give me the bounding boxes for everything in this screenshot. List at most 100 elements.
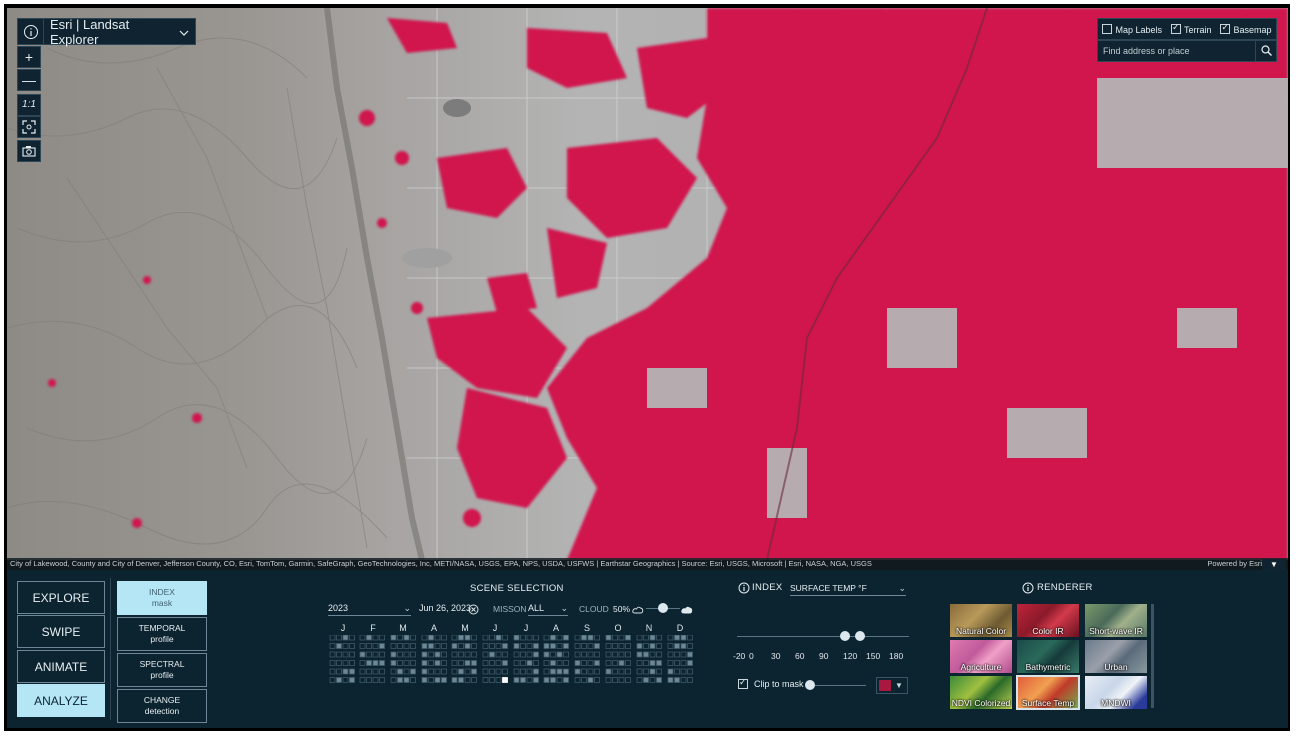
calendar-day[interactable] (372, 635, 379, 641)
renderer-natural-color[interactable]: Natural Color (950, 604, 1012, 637)
calendar-day[interactable] (502, 668, 508, 675)
calendar-day[interactable] (482, 635, 489, 641)
calendar-day[interactable] (349, 643, 355, 649)
calendar-day[interactable] (520, 635, 526, 641)
index-range-slider[interactable] (737, 636, 909, 637)
calendar-day[interactable] (428, 651, 434, 658)
renderer-ndvi-colorized[interactable]: NDVI Colorized (950, 676, 1012, 709)
calendar-day[interactable] (636, 668, 643, 675)
renderer-agriculture[interactable]: Agriculture (950, 640, 1012, 673)
calendar-day[interactable] (526, 643, 533, 649)
calendar-day[interactable] (410, 643, 416, 649)
calendar-day[interactable] (574, 660, 581, 666)
calendar-day[interactable] (520, 651, 526, 658)
calendar-day[interactable] (667, 635, 674, 641)
renderer-mndwi[interactable]: MNDWI (1085, 676, 1147, 709)
calendar-day[interactable] (342, 651, 349, 658)
toggle-map-labels[interactable]: Map Labels (1102, 23, 1162, 35)
calendar-day[interactable] (397, 635, 403, 641)
calendar-day[interactable] (636, 635, 643, 641)
calendar-day[interactable] (618, 643, 625, 649)
calendar-day[interactable] (495, 635, 502, 641)
calendar-day[interactable] (636, 677, 643, 683)
calendar-day[interactable] (403, 651, 410, 658)
calendar-day[interactable] (636, 643, 643, 649)
calendar-day[interactable] (403, 635, 410, 641)
mode-explore-button[interactable]: EXPLORE (17, 581, 105, 614)
calendar-day[interactable] (563, 643, 569, 649)
calendar-day[interactable] (687, 651, 693, 658)
calendar-day[interactable] (625, 668, 631, 675)
index-select[interactable]: SURFACE TEMP °F ⌄ (790, 581, 906, 596)
calendar-day[interactable] (495, 677, 502, 683)
calendar-day[interactable] (397, 668, 403, 675)
map-view[interactable]: Esri | Landsat Explorer + — 1:1 Map Labe… (7, 8, 1288, 560)
calendar-day[interactable] (458, 668, 464, 675)
calendar-day[interactable] (667, 660, 674, 666)
calendar-day[interactable] (563, 668, 569, 675)
calendar-day[interactable] (618, 677, 625, 683)
calendar-day[interactable] (372, 643, 379, 649)
calendar-day[interactable] (612, 660, 618, 666)
calendar-day[interactable] (379, 635, 385, 641)
calendar-day[interactable] (674, 651, 680, 658)
calendar-day[interactable] (489, 643, 495, 649)
calendar-day[interactable] (574, 677, 581, 683)
calendar-day[interactable] (625, 660, 631, 666)
calendar-day[interactable] (464, 677, 471, 683)
calendar-day[interactable] (556, 643, 563, 649)
calendar-day[interactable] (379, 677, 385, 683)
calendar-day[interactable] (482, 668, 489, 675)
calendar-day[interactable] (441, 643, 447, 649)
calendar-day[interactable] (533, 635, 539, 641)
calendar-day[interactable] (649, 651, 656, 658)
tool-spectral-profile-button[interactable]: SPECTRAL profile (117, 653, 207, 687)
calendar-day[interactable] (379, 643, 385, 649)
calendar-day[interactable] (403, 643, 410, 649)
calendar-day[interactable] (656, 643, 662, 649)
calendar-day[interactable] (410, 635, 416, 641)
calendar-day[interactable] (574, 643, 581, 649)
calendar-day[interactable] (543, 651, 550, 658)
calendar-day[interactable] (390, 668, 397, 675)
renderer-urban[interactable]: Urban (1085, 640, 1147, 673)
calendar-day[interactable] (329, 635, 336, 641)
calendar-day[interactable] (428, 677, 434, 683)
calendar-day[interactable] (667, 677, 674, 683)
calendar-day[interactable] (397, 677, 403, 683)
calendar-day[interactable] (329, 660, 336, 666)
calendar-day[interactable] (526, 635, 533, 641)
calendar-day[interactable] (649, 668, 656, 675)
calendar-day[interactable] (397, 651, 403, 658)
calendar-day[interactable] (489, 635, 495, 641)
calendar-day[interactable] (680, 668, 687, 675)
calendar-day[interactable] (342, 635, 349, 641)
calendar-day[interactable] (636, 660, 643, 666)
calendar-day[interactable] (397, 660, 403, 666)
calendar-day[interactable] (471, 668, 477, 675)
calendar-day[interactable] (605, 677, 612, 683)
renderer-scrollbar[interactable] (1151, 604, 1154, 708)
calendar-day[interactable] (502, 635, 508, 641)
calendar-day[interactable] (612, 677, 618, 683)
fullscreen-button[interactable] (17, 116, 41, 138)
calendar-day[interactable] (625, 643, 631, 649)
calendar-day[interactable] (451, 677, 458, 683)
calendar-day[interactable] (428, 643, 434, 649)
calendar-day[interactable] (625, 635, 631, 641)
calendar-day[interactable] (428, 668, 434, 675)
calendar-day[interactable] (533, 668, 539, 675)
calendar-day[interactable] (451, 668, 458, 675)
calendar-day[interactable] (587, 635, 594, 641)
calendar-day[interactable] (329, 643, 336, 649)
calendar-day[interactable] (366, 635, 372, 641)
calendar-day[interactable] (410, 660, 416, 666)
calendar-day[interactable] (359, 677, 366, 683)
calendar-day[interactable] (543, 635, 550, 641)
calendar-day[interactable] (471, 660, 477, 666)
calendar-day[interactable] (636, 651, 643, 658)
calendar-day[interactable] (336, 677, 342, 683)
info-icon[interactable] (18, 19, 44, 44)
calendar-day[interactable] (674, 677, 680, 683)
calendar-day[interactable] (550, 668, 556, 675)
